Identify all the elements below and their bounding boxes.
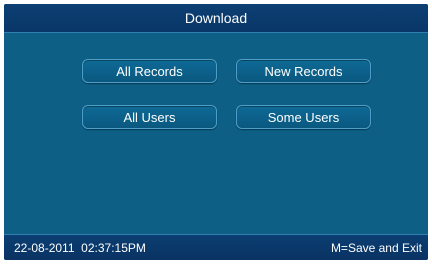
status-bar: 22-08-2011 02:37:15PM M=Save and Exit <box>4 234 428 260</box>
all-users-button[interactable]: All Users <box>82 105 217 129</box>
datetime-display: 22-08-2011 02:37:15PM <box>14 240 146 255</box>
new-records-button[interactable]: New Records <box>236 59 371 83</box>
all-records-button[interactable]: All Records <box>82 59 217 83</box>
save-exit-hint: M=Save and Exit <box>330 240 422 255</box>
device-screen: Download All Records New Records All Use… <box>4 4 428 260</box>
page-title: Download <box>184 10 248 26</box>
some-users-button[interactable]: Some Users <box>236 105 371 129</box>
title-bar: Download <box>4 4 428 33</box>
